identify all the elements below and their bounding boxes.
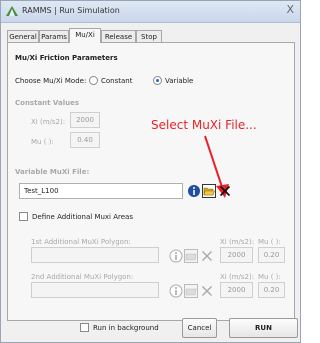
- info-icon[interactable]: [169, 249, 183, 263]
- poly2-mu-input[interactable]: 0.20: [258, 282, 285, 298]
- run-background-checkbox[interactable]: [80, 323, 89, 332]
- poly1-xi-input[interactable]: 2000: [220, 247, 253, 263]
- mode-constant-radio[interactable]: [89, 76, 98, 85]
- poly1-xi-label: Xi (m/s2):: [220, 238, 255, 246]
- folder-open-icon[interactable]: [202, 184, 216, 198]
- close-icon[interactable]: [218, 184, 232, 198]
- poly1-input[interactable]: [31, 247, 159, 263]
- mode-variable-radio[interactable]: [153, 76, 162, 85]
- constant-heading: Constant Values: [15, 99, 79, 107]
- mode-constant-label[interactable]: Constant: [101, 77, 132, 85]
- mu-label: Mu ( ):: [31, 138, 54, 146]
- muxi-file-input[interactable]: Test_L100: [19, 183, 183, 199]
- close-icon[interactable]: [200, 284, 214, 298]
- variable-heading: Variable MuXi File:: [15, 168, 90, 176]
- poly2-xi-input[interactable]: 2000: [220, 282, 253, 298]
- info-icon[interactable]: [169, 284, 183, 298]
- close-icon[interactable]: [200, 249, 214, 263]
- additional-areas-checkbox[interactable]: [19, 212, 28, 221]
- poly2-label: 2nd Additional MuXi Polygon:: [31, 273, 134, 281]
- additional-areas-label[interactable]: Define Additional Muxi Areas: [32, 213, 133, 221]
- mu-input[interactable]: 0.40: [70, 132, 100, 148]
- cancel-button[interactable]: Cancel: [182, 318, 217, 338]
- mode-variable-label[interactable]: Variable: [165, 77, 193, 85]
- poly1-mu-label: Mu ( ):: [258, 238, 281, 246]
- xi-input[interactable]: 2000: [70, 112, 100, 128]
- title-bar: RAMMS | Run Simulation X: [1, 1, 300, 23]
- poly2-mu-label: Mu ( ):: [258, 273, 281, 281]
- window-close-button[interactable]: X: [286, 3, 294, 16]
- ramms-app-icon: [6, 6, 18, 16]
- xi-label: Xi (m/s2):: [31, 118, 66, 126]
- folder-open-icon[interactable]: [184, 284, 198, 298]
- poly2-xi-label: Xi (m/s2):: [220, 273, 255, 281]
- run-background-label[interactable]: Run in background: [93, 324, 159, 332]
- window-title: RAMMS | Run Simulation: [22, 6, 120, 15]
- mode-label: Choose Mu/Xi Mode:: [15, 77, 87, 85]
- poly1-mu-input[interactable]: 0.20: [258, 247, 285, 263]
- tab-muxi[interactable]: Mu/Xi: [69, 28, 101, 43]
- poly2-input[interactable]: [31, 282, 159, 298]
- run-simulation-window: RAMMS | Run Simulation X General Params …: [0, 0, 301, 343]
- info-icon[interactable]: [187, 184, 201, 198]
- folder-open-icon[interactable]: [184, 249, 198, 263]
- run-simulation-button[interactable]: RUN SIMULATION: [229, 318, 298, 343]
- select-file-annotation: Select MuXi File...: [151, 118, 257, 132]
- friction-heading: Mu/Xi Friction Parameters: [15, 54, 118, 62]
- poly1-label: 1st Additional MuXi Polygon:: [31, 238, 131, 246]
